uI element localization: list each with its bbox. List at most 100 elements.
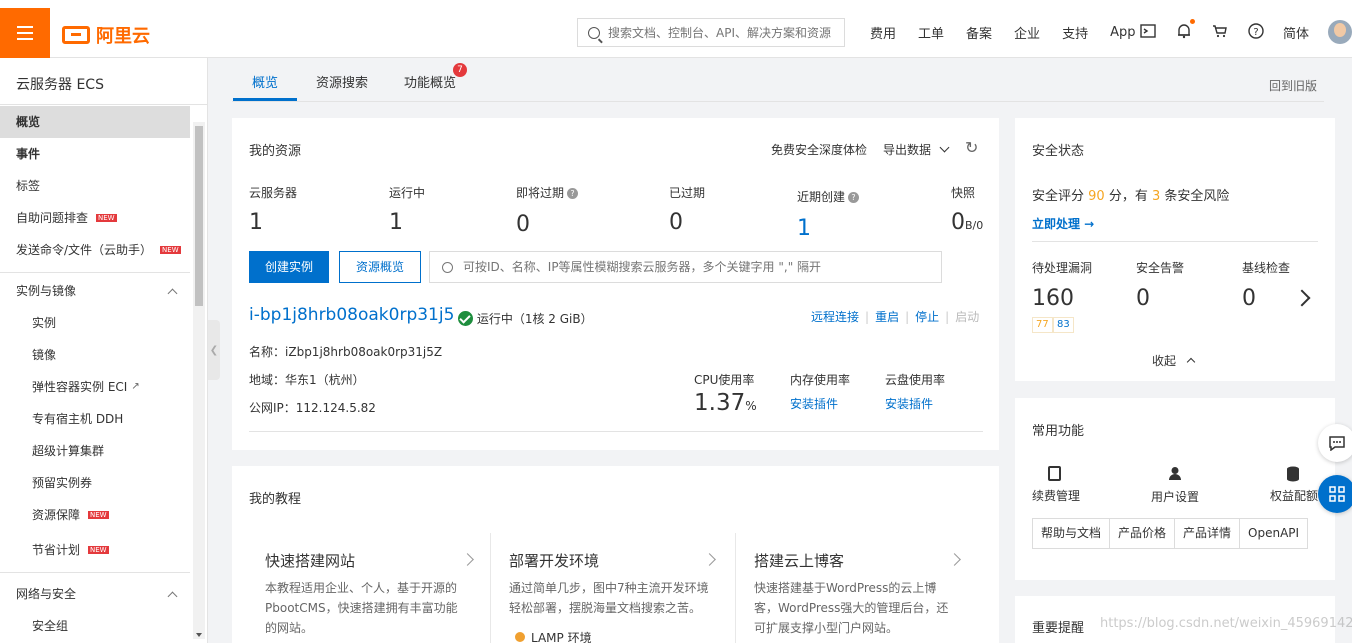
chat-icon — [1329, 436, 1345, 451]
nav-billing[interactable]: 费用 — [870, 23, 896, 42]
stat-value[interactable]: 0 — [516, 212, 530, 237]
cart-icon[interactable] — [1211, 22, 1229, 40]
metric-value[interactable]: 0 — [1242, 286, 1256, 311]
create-instance-button[interactable]: 创建实例 — [249, 251, 329, 283]
instance-id-link[interactable]: i-bp1j8hrb08oak0rp31j5 — [249, 305, 454, 325]
global-search[interactable] — [577, 18, 845, 47]
help-icon[interactable]: ? — [1247, 22, 1265, 40]
scroll-down-icon[interactable] — [196, 633, 202, 637]
resource-overview-button[interactable]: 资源概览 — [339, 251, 421, 283]
export-data-dropdown[interactable]: 导出数据 — [883, 141, 950, 158]
sidebar-item-tags[interactable]: 标签 — [0, 170, 190, 202]
remote-connect-link[interactable]: 远程连接 — [811, 310, 859, 324]
sidebar-collapse-button[interactable]: ❮ — [208, 320, 220, 380]
nav-support[interactable]: 支持 — [1062, 23, 1088, 42]
sidebar-item-scc[interactable]: 超级计算集群 — [0, 435, 190, 467]
stat-value[interactable]: 1 — [797, 216, 811, 241]
sidebar-group-label: 实例与镜像 — [16, 284, 77, 298]
global-search-input[interactable] — [608, 25, 833, 40]
nav-app[interactable]: App — [1110, 25, 1135, 40]
sidebar-item-reserved[interactable]: 预留实例券 — [0, 467, 190, 499]
sidebar-item-troubleshoot[interactable]: 自助问题排查 NEW — [0, 202, 190, 234]
refresh-icon[interactable]: ↻ — [965, 138, 978, 157]
metric-value[interactable]: 160 — [1032, 286, 1074, 311]
chat-button[interactable] — [1318, 424, 1352, 462]
handle-now-link[interactable]: 立即处理 → — [1032, 215, 1094, 232]
external-link-icon: ↗ — [131, 381, 140, 392]
install-plugin-link[interactable]: 安装插件 — [790, 395, 838, 412]
free-security-check-link[interactable]: 免费安全深度体检 — [771, 141, 867, 158]
nav-tickets[interactable]: 工单 — [918, 23, 944, 42]
stat-value[interactable]: 0 — [669, 210, 683, 235]
stat-value[interactable]: 1 — [389, 210, 403, 235]
language-switch[interactable]: 简体 — [1283, 23, 1309, 42]
env-dropdown[interactable]: LAMP 环境 — [515, 629, 592, 643]
sidebar-item-events[interactable]: 事件 — [0, 138, 190, 170]
renewal-management-item[interactable]: 续费管理 — [1032, 466, 1092, 506]
desc-line: 轻松部署，摆脱海量文档搜索之苦。 — [509, 601, 702, 615]
sidebar-group-instances[interactable]: 实例与镜像 — [0, 275, 190, 307]
tutorial-card[interactable]: 搭建云上博客 快速搭建基于WordPress的云上博 客，WordPress强大… — [738, 533, 983, 643]
product-detail-link[interactable]: 产品详情 — [1175, 519, 1241, 548]
scrollbar-thumb[interactable] — [195, 126, 203, 306]
back-to-old-version-link[interactable]: 回到旧版 — [1269, 77, 1317, 94]
tab-overview[interactable]: 概览 — [252, 72, 278, 91]
collapse-toggle[interactable]: 收起 — [1152, 352, 1196, 369]
new-tag: NEW — [160, 246, 181, 254]
sidebar-item-label: 镜像 — [32, 348, 57, 362]
stat-value[interactable]: 0B/0 — [951, 210, 983, 235]
instance-ip-row: 公网IP：112.124.5.82 — [249, 399, 376, 416]
bell-icon[interactable] — [1175, 22, 1193, 40]
help-docs-link[interactable]: 帮助与文档 — [1033, 519, 1111, 548]
question-icon[interactable]: ? — [567, 188, 579, 199]
tutorial-card[interactable]: 快速搭建网站 本教程适用企业、个人，基于开源的 PbootCMS，快速搭建拥有丰… — [249, 533, 491, 643]
tab-feature-overview[interactable]: 功能概览 — [404, 72, 456, 91]
start-link[interactable]: 启动 — [955, 310, 979, 324]
stop-link[interactable]: 停止 — [915, 310, 939, 324]
tutorial-desc: 快速搭建基于WordPress的云上博 客，WordPress强大的管理后台，还… — [754, 578, 948, 638]
sidebar-item-label: 自助问题排查 — [16, 211, 89, 225]
metric-value[interactable]: 0 — [1136, 286, 1150, 311]
sidebar-group-network[interactable]: 网络与安全 — [0, 578, 190, 610]
nav-enterprise[interactable]: 企业 — [1014, 23, 1040, 42]
tutorial-card[interactable]: 部署开发环境 通过简单几步，图中7种主流开发环境 轻松部署，摆脱海量文档搜索之苦… — [493, 533, 736, 643]
nav-icp[interactable]: 备案 — [966, 23, 992, 42]
cpu-unit: % — [745, 399, 757, 413]
instance-status: 运行中（1核 2 GiB） — [458, 310, 593, 327]
security-score: 90 — [1088, 189, 1105, 204]
instance-search-input[interactable] — [463, 260, 933, 274]
instance-search[interactable] — [429, 251, 942, 283]
field-label: 公网IP： — [249, 401, 296, 415]
openapi-link[interactable]: OpenAPI — [1240, 519, 1307, 548]
stat-value[interactable]: 1 — [249, 210, 263, 235]
terminal-icon[interactable] — [1139, 22, 1157, 40]
sidebar-item-cloud-assistant[interactable]: 发送命令/文件（云助手） NEW — [0, 234, 190, 266]
svg-text:?: ? — [1253, 27, 1258, 38]
tab-resource-search[interactable]: 资源搜索 — [316, 72, 368, 91]
product-price-link[interactable]: 产品价格 — [1110, 519, 1176, 548]
apps-button[interactable] — [1318, 475, 1352, 513]
chevron-right-icon[interactable] — [1293, 289, 1311, 307]
avatar[interactable] — [1328, 20, 1352, 44]
chevron-right-icon — [948, 553, 961, 566]
sidebar-item-ddh[interactable]: 专有宿主机 DDH — [0, 403, 190, 435]
sidebar-item-guarantee[interactable]: 资源保障 NEW — [0, 499, 190, 531]
sidebar-divider — [0, 104, 207, 105]
tutorial-desc: 本教程适用企业、个人，基于开源的 PbootCMS，快速搭建拥有丰富功能 的网站… — [265, 578, 458, 638]
menu-button[interactable] — [0, 8, 50, 58]
question-icon[interactable]: ? — [848, 192, 860, 203]
sidebar-item-security-group[interactable]: 安全组 — [0, 610, 190, 642]
sidebar-item-overview[interactable]: 概览 — [0, 106, 190, 138]
sidebar-item-images[interactable]: 镜像 — [0, 339, 190, 371]
restart-link[interactable]: 重启 — [875, 310, 899, 324]
chevron-up-icon — [167, 288, 178, 298]
sidebar-item-label: 专有宿主机 DDH — [32, 412, 124, 426]
user-settings-item[interactable]: 用户设置 — [1151, 466, 1211, 506]
aliyun-logo[interactable]: 阿里云 — [62, 22, 150, 48]
sidebar-item-eci[interactable]: 弹性容器实例 ECI ↗ — [0, 371, 190, 403]
install-plugin-link[interactable]: 安装插件 — [885, 395, 933, 412]
sidebar-item-savings[interactable]: 节省计划 NEW — [0, 534, 190, 566]
sidebar-scrollbar[interactable] — [193, 122, 205, 639]
chevron-down-icon — [939, 142, 950, 153]
sidebar-item-instances[interactable]: 实例 — [0, 307, 190, 339]
